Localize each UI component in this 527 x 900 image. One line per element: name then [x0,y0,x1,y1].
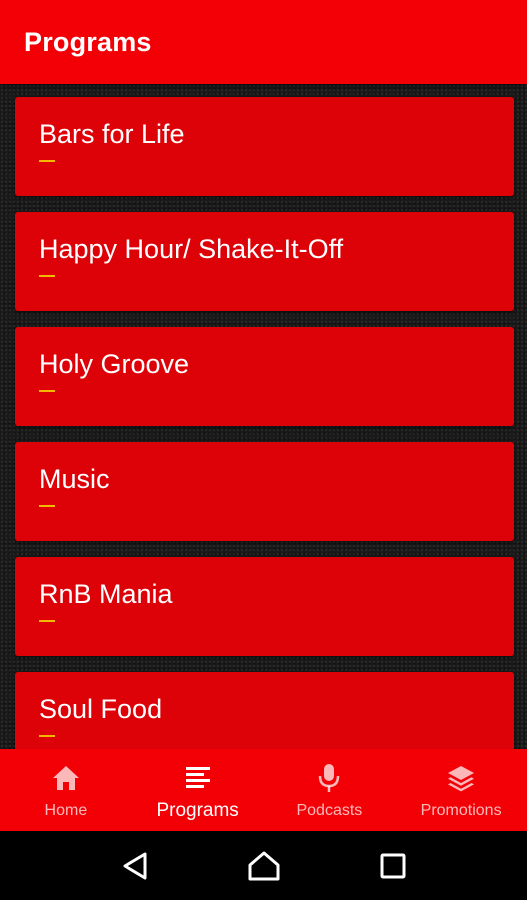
accent-dash [39,390,55,392]
nav-label-promotions: Promotions [420,802,502,819]
list-icon [183,763,213,793]
bottom-navigation: Home Programs Podcasts Promotions [0,749,527,831]
system-navigation-bar [0,831,527,900]
nav-item-home[interactable]: Home [0,749,132,831]
page-title: Programs [24,26,152,57]
home-button-icon[interactable] [242,844,286,888]
accent-dash [39,275,55,277]
program-card[interactable]: RnB Mania [15,557,514,656]
program-card[interactable]: Soul Food [15,672,514,749]
microphone-icon [314,763,344,793]
accent-dash [39,505,55,507]
app-bar: Programs [0,0,527,84]
layers-icon [446,763,476,793]
program-title: Happy Hour/ Shake-It-Off [39,234,344,264]
program-title: Soul Food [39,694,163,724]
nav-item-podcasts[interactable]: Podcasts [264,749,396,831]
program-title: Holy Groove [39,349,190,379]
back-icon[interactable] [113,844,157,888]
program-title: RnB Mania [39,579,173,609]
program-title: Music [39,464,110,494]
programs-list: Bars for Life Happy Hour/ Shake-It-Off H… [0,84,527,749]
program-title: Bars for Life [39,119,185,149]
program-card[interactable]: Bars for Life [15,97,514,196]
nav-item-programs[interactable]: Programs [132,749,264,831]
accent-dash [39,620,55,622]
nav-label-home: Home [44,802,88,819]
recents-icon[interactable] [371,844,415,888]
nav-label-programs: Programs [156,800,239,821]
program-card[interactable]: Holy Groove [15,327,514,426]
accent-dash [39,160,55,162]
nav-item-promotions[interactable]: Promotions [395,749,527,831]
program-card[interactable]: Music [15,442,514,541]
program-card[interactable]: Happy Hour/ Shake-It-Off [15,212,514,311]
home-icon [51,763,81,793]
nav-label-podcasts: Podcasts [296,802,363,819]
programs-list-container[interactable]: Bars for Life Happy Hour/ Shake-It-Off H… [0,84,527,749]
accent-dash [39,735,55,737]
